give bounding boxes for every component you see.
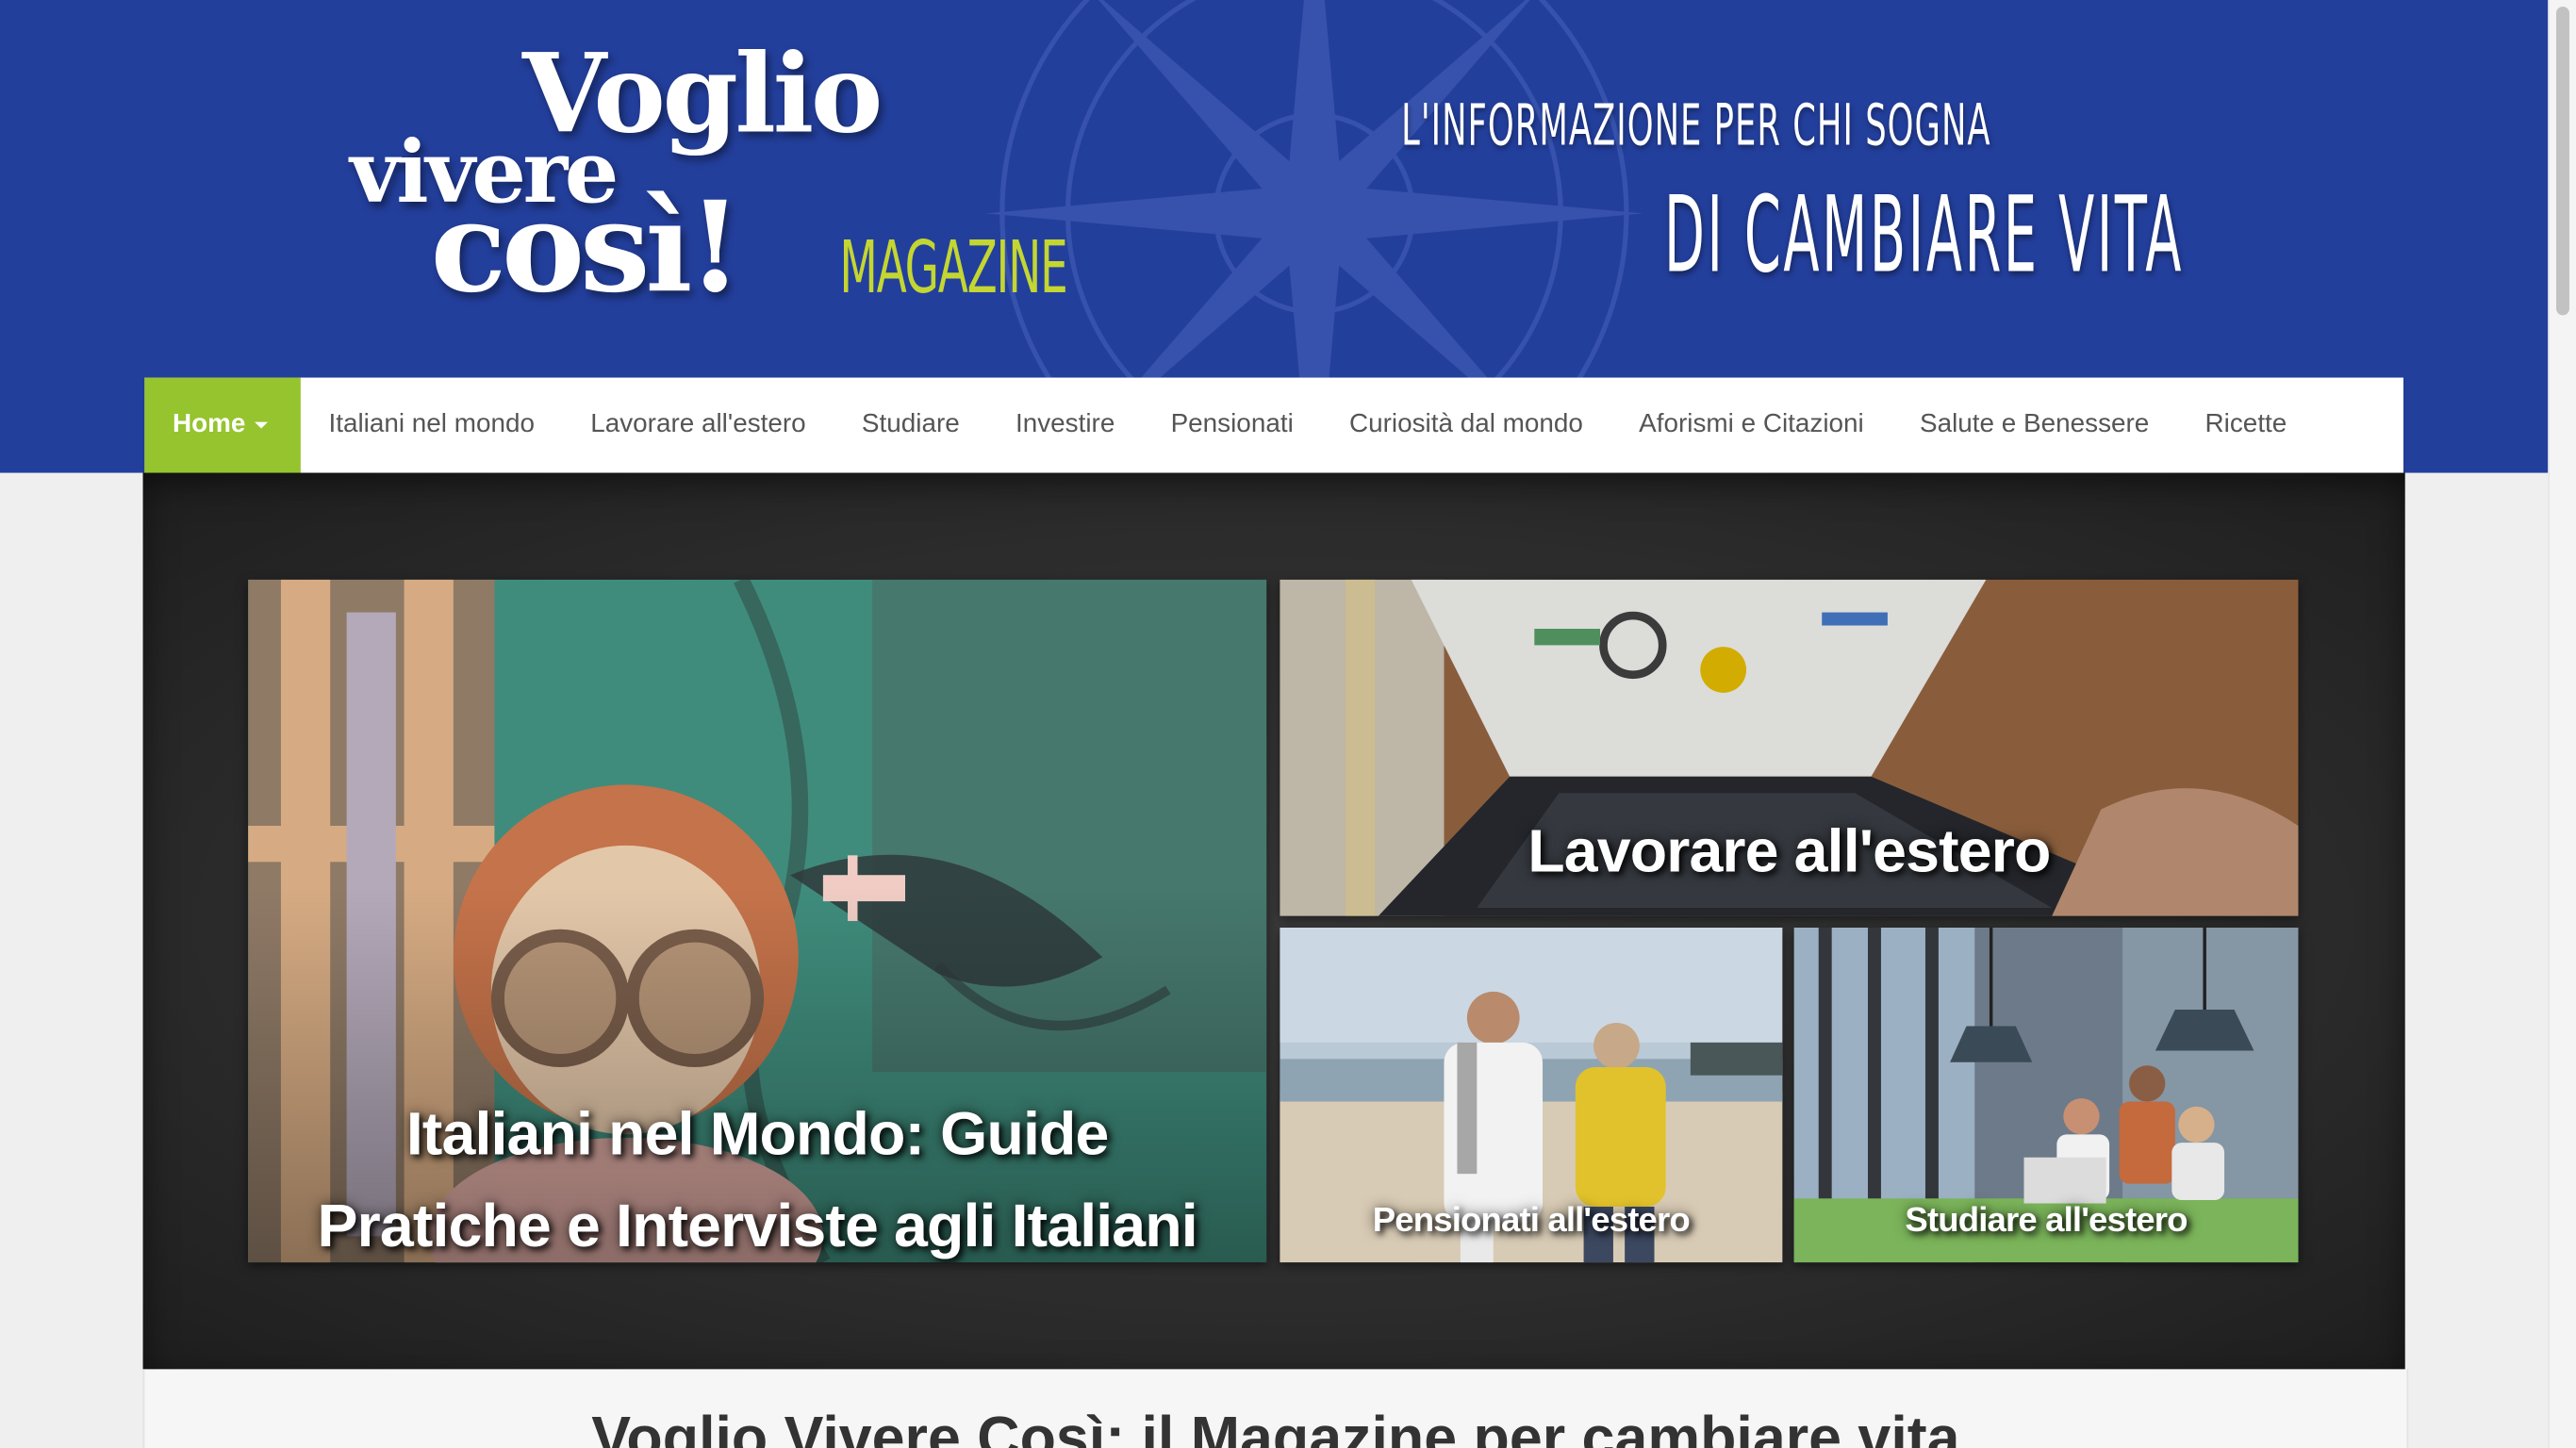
nav-item-ricette[interactable]: Ricette: [2177, 378, 2315, 473]
scrollbar-thumb[interactable]: [2556, 6, 2569, 316]
featured-tile-pensionati-all-estero[interactable]: Pensionati all'estero: [1280, 927, 1783, 1263]
featured-tile-title: Italiani nel Mondo: Guide Pratiche e Int…: [317, 1099, 1198, 1259]
nav-item-curiosita-dal-mondo[interactable]: Curiosità dal mondo: [1321, 378, 1610, 473]
nav-item-label: Home: [172, 410, 246, 438]
featured-tile-title: Pensionati all'estero: [1372, 1201, 1691, 1240]
main-navigation: Home Italiani nel mondo Lavorare all'est…: [144, 377, 2403, 473]
nav-item-investire[interactable]: Investire: [987, 378, 1143, 473]
featured-tile-studiare-all-estero[interactable]: Studiare all'estero: [1793, 927, 2299, 1263]
chevron-down-icon: [255, 421, 269, 429]
vertical-scrollbar[interactable]: [2548, 0, 2576, 1448]
nav-item-italiani-nel-mondo[interactable]: Italiani nel mondo: [301, 378, 563, 473]
nav-item-aforismi-e-citazioni[interactable]: Aforismi e Citazioni: [1611, 378, 1892, 473]
featured-tile-title: Studiare all'estero: [1905, 1201, 2188, 1240]
tagline-line-1: L'INFORMAZIONE PER CHI SOGNA: [1401, 93, 1991, 159]
featured-grid: Italiani nel Mondo: Guide Pratiche e Int…: [142, 472, 2405, 1370]
nav-item-pensionati[interactable]: Pensionati: [1143, 378, 1321, 473]
logo-word-cosi: così!: [430, 173, 742, 321]
featured-tile-title: Lavorare all'estero: [1527, 817, 2051, 885]
nav-item-home[interactable]: Home: [144, 377, 301, 473]
featured-tile-italiani-nel-mondo[interactable]: Italiani nel Mondo: Guide Pratiche e Int…: [248, 579, 1267, 1263]
tagline-line-2: DI CAMBIARE VITA: [1663, 175, 2185, 298]
page-title: Voglio Vivere Così: il Magazine per camb…: [591, 1403, 1960, 1448]
featured-tile-lavorare-all-estero[interactable]: Lavorare all'estero: [1280, 579, 2299, 916]
nav-item-studiare[interactable]: Studiare: [834, 378, 987, 473]
browser-viewport: Voglio vivere così! MAGAZINE L'INFORMAZI…: [0, 0, 2576, 1448]
intro-section: Voglio Vivere Così: il Magazine per camb…: [142, 1369, 2409, 1448]
logo-magazine-label: MAGAZINE: [839, 226, 1067, 311]
nav-item-salute-e-benessere[interactable]: Salute e Benessere: [1891, 378, 2177, 473]
nav-item-lavorare-all-estero[interactable]: Lavorare all'estero: [563, 378, 834, 473]
